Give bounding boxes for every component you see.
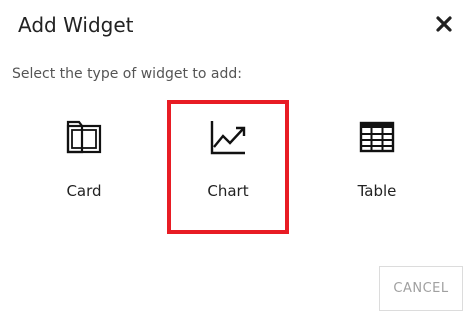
- widget-type-prompt: Select the type of widget to add:: [12, 66, 242, 82]
- dialog-title: Add Widget: [18, 13, 134, 37]
- widget-option-label: Table: [357, 182, 397, 200]
- close-icon[interactable]: [434, 14, 454, 34]
- add-widget-dialog: Add Widget Select the type of widget to …: [0, 0, 475, 320]
- folder-icon: [66, 119, 102, 155]
- widget-option-card[interactable]: Card: [23, 100, 145, 234]
- widget-option-table[interactable]: Table: [316, 100, 438, 234]
- table-icon: [359, 119, 395, 155]
- cancel-button[interactable]: CANCEL: [379, 266, 463, 311]
- widget-option-chart[interactable]: Chart: [167, 100, 289, 234]
- widget-option-label: Chart: [207, 182, 249, 200]
- line-chart-icon: [210, 119, 246, 155]
- widget-option-label: Card: [66, 182, 102, 200]
